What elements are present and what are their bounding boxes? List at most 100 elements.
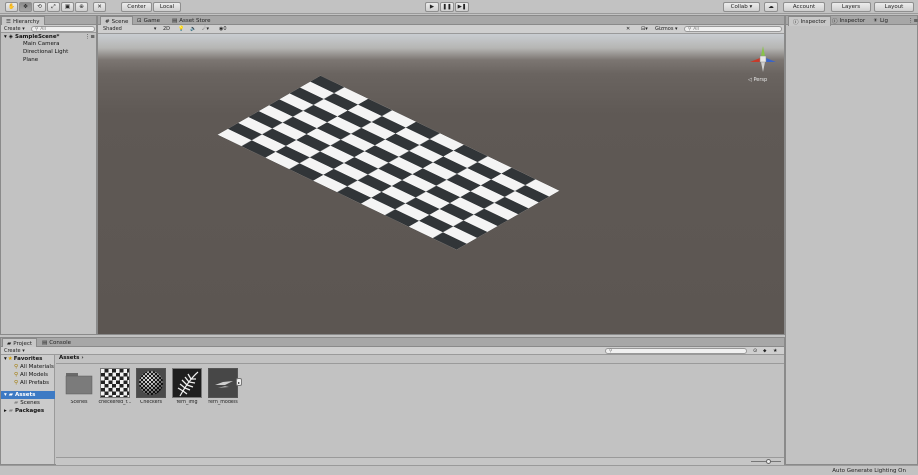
list-icon: ☰: [6, 18, 11, 25]
custom-tool-icon[interactable]: ✕: [93, 2, 106, 12]
search-icon: ⚲: [14, 372, 19, 378]
project-tree: ▾ ★ Favorites ⚲ All Materials ⚲ All Models ⚲…: [1, 355, 55, 464]
account-button[interactable]: Account: [783, 2, 825, 12]
panel-menu-icon[interactable]: ⋮≡: [904, 16, 918, 25]
scene-name: SampleScene*: [15, 33, 60, 40]
asset-label: Scenes: [70, 400, 88, 405]
expand-model-button[interactable]: ▸: [236, 378, 242, 386]
light-icon: ☀: [873, 17, 878, 24]
pause-button[interactable]: ❚❚: [440, 2, 454, 12]
hierarchy-tabbar: ☰ Hierarchy: [1, 16, 96, 26]
tab-inspector[interactable]: ⓘ Inspector: [788, 16, 832, 26]
search-icon: ⚲: [609, 348, 613, 354]
asset-label: Checkers: [139, 400, 162, 405]
2d-toggle[interactable]: 2D: [163, 26, 170, 32]
menu-icon[interactable]: ⋮≡: [85, 34, 95, 40]
console-icon: ▤: [42, 339, 48, 346]
unity-scene-icon: ◈: [8, 33, 13, 40]
lighting-icon[interactable]: 💡: [178, 26, 184, 32]
scene-viewport[interactable]: ◁ Persp: [98, 34, 784, 334]
store-icon: ▤: [172, 17, 178, 24]
checkered-plane[interactable]: [98, 34, 784, 334]
orientation-gizmo[interactable]: [748, 44, 778, 74]
fern-leaf-icon: [177, 371, 199, 397]
tab-asset-store[interactable]: ▤ Asset Store: [168, 16, 215, 25]
hierarchy-search-input[interactable]: ⚲ All: [31, 26, 95, 32]
star-icon[interactable]: ★: [773, 348, 777, 354]
breadcrumb[interactable]: Assets ›: [59, 355, 84, 361]
slider-handle[interactable]: [766, 459, 771, 464]
persp-label[interactable]: ◁ Persp: [748, 77, 767, 83]
step-button[interactable]: ▶❚: [455, 2, 469, 12]
list-item[interactable]: ⚲ All Models: [14, 372, 48, 378]
checkered-texture-thumb[interactable]: [100, 368, 130, 398]
checkers-material-thumb[interactable]: [136, 368, 166, 398]
folder-icon: ▰: [8, 392, 13, 398]
space-toggle[interactable]: Local: [153, 2, 181, 12]
tab-console[interactable]: ▤ Console: [38, 338, 75, 347]
tab-label: Console: [49, 339, 72, 346]
search-icon: ⚲: [14, 364, 19, 370]
audio-icon[interactable]: 🔈: [190, 26, 196, 32]
hierarchy-toolbar: Create ▾ ⚲ All: [1, 25, 96, 33]
list-item[interactable]: ⚲ All Materials: [14, 364, 54, 370]
packages-row[interactable]: ▸ ▰ Packages: [4, 408, 44, 414]
axis-gizmo-icon: [750, 46, 776, 72]
gamepad-icon: ⊡: [137, 17, 142, 24]
assets-row[interactable]: ▾ ▰ Assets: [1, 391, 55, 399]
item-label: Main Camera: [23, 41, 60, 47]
main-toolbar: ✋ ✥ ⟲ ⤢ ▣ ⊕ ✕ Center Local ▶ ❚❚ ▶❚ Colla…: [0, 0, 918, 14]
expand-icon: ▾: [4, 356, 7, 362]
list-item[interactable]: ▰ Scenes: [14, 400, 40, 406]
search-placeholder: All: [40, 26, 46, 32]
project-create-button[interactable]: Create ▾: [4, 348, 25, 354]
fern-img-thumb[interactable]: [172, 368, 202, 398]
fern-models-thumb[interactable]: [208, 368, 238, 398]
list-item[interactable]: Plane: [23, 57, 38, 63]
folder-icon: ▰: [8, 408, 13, 414]
gizmos-dropdown[interactable]: Gizmos ▾: [655, 26, 678, 32]
effects-icon[interactable]: ☄▾: [202, 26, 209, 32]
transform-icon[interactable]: ⊕: [75, 2, 88, 12]
inspector-tabbar: ⓘ Inspector ⓘ Inspector ☀ Lig ⋮≡: [786, 16, 918, 26]
tab-inspector-2[interactable]: ⓘ Inspector: [828, 16, 869, 25]
fern-model-icon: [215, 381, 233, 388]
filter-type-icon[interactable]: ⊙: [753, 348, 757, 354]
list-item[interactable]: ⚲ All Prefabs: [14, 380, 49, 386]
shading-dropdown[interactable]: Shaded ▾: [103, 26, 156, 32]
layout-label: Layout: [884, 4, 904, 10]
hierarchy-create-button[interactable]: Create ▾: [4, 26, 25, 32]
move-icon[interactable]: ✥: [19, 2, 32, 12]
pivot-toggle[interactable]: Center: [121, 2, 152, 12]
rect-icon[interactable]: ▣: [61, 2, 74, 12]
status-bar: Auto Generate Lighting On: [0, 465, 918, 475]
asset-label: fern_img: [176, 400, 198, 405]
tab-lighting[interactable]: ☀ Lig: [869, 16, 892, 25]
status-text: Auto Generate Lighting On: [832, 468, 906, 474]
play-button[interactable]: ▶: [425, 2, 439, 12]
camera-settings-icon[interactable]: ⊟▾: [641, 26, 648, 32]
collab-button[interactable]: Collab ▾: [723, 2, 760, 12]
scenes-folder-thumb[interactable]: [64, 368, 94, 398]
breadcrumb-divider: [56, 363, 784, 364]
star-icon: ★: [7, 356, 13, 362]
rotate-icon[interactable]: ⟲: [33, 2, 46, 12]
hidden-objects-toggle[interactable]: ◉ 0: [219, 26, 227, 32]
favorites-row[interactable]: ▾ ★ Favorites: [4, 356, 42, 362]
plane-surface: [217, 75, 560, 250]
tools-icon[interactable]: ✕: [626, 26, 630, 32]
layers-button[interactable]: Layers: [831, 2, 871, 12]
tab-label: Asset Store: [179, 17, 211, 24]
scene-search-input[interactable]: ⚲ All: [684, 26, 782, 32]
layout-button[interactable]: Layout: [874, 2, 914, 12]
tab-game[interactable]: ⊡ Game: [133, 16, 164, 25]
list-item[interactable]: Main Camera: [23, 41, 59, 47]
cloud-button[interactable]: ☁: [764, 2, 778, 12]
filter-label-icon[interactable]: ⬥: [763, 348, 767, 354]
project-search-input[interactable]: ⚲: [605, 348, 747, 354]
account-label: Account: [792, 4, 816, 10]
list-item[interactable]: Directional Light: [23, 49, 68, 55]
scale-icon[interactable]: ⤢: [47, 2, 60, 12]
hand-icon[interactable]: ✋: [5, 2, 18, 12]
scene-row[interactable]: ▾ ◈ SampleScene* ⋮≡: [4, 33, 96, 40]
